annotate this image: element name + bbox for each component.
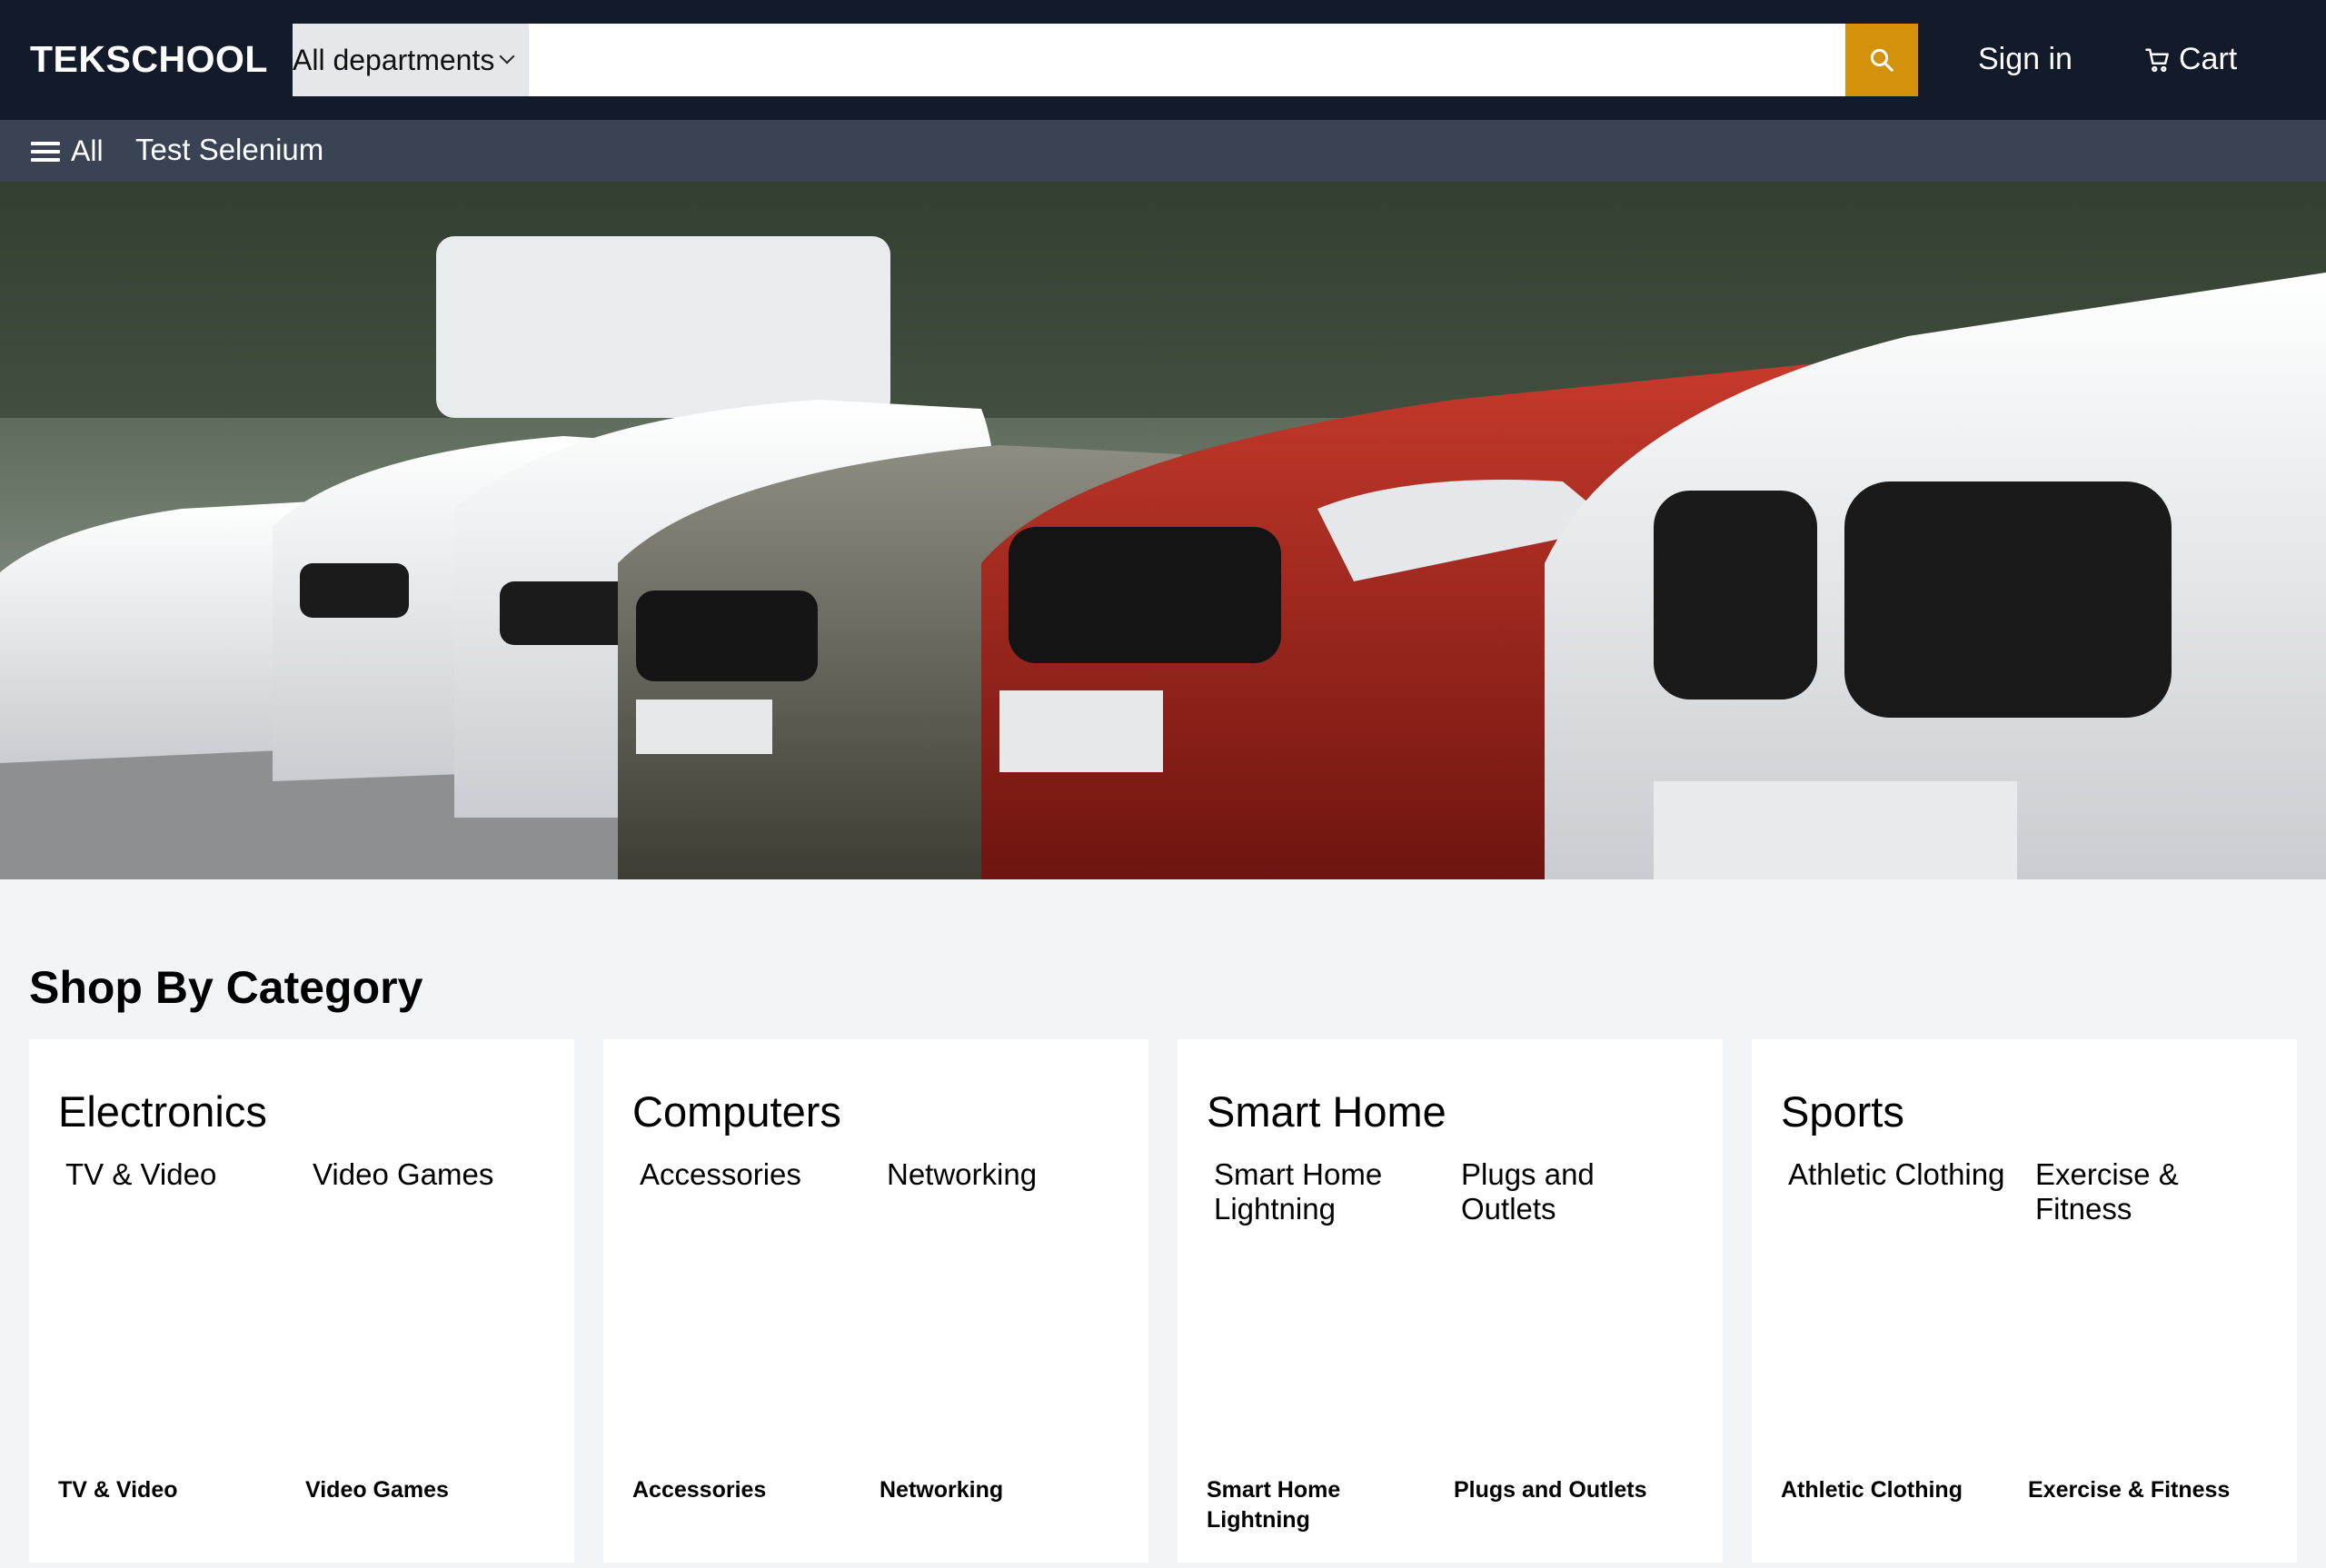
test-selenium-link[interactable]: Test Selenium (135, 133, 323, 167)
subcategory-link[interactable]: Plugs and Outlets (1461, 1157, 1688, 1226)
subcategory-label[interactable]: Networking (880, 1475, 1107, 1505)
category-card-electronics[interactable]: Electronics TV & Video Video Games TV & … (29, 1039, 574, 1563)
subcategory-label[interactable]: Exercise & Fitness (2028, 1475, 2255, 1505)
sign-in-link[interactable]: Sign in (1978, 42, 2073, 77)
subcategory-link[interactable]: Video Games (313, 1157, 540, 1192)
search-bar: All departments (293, 24, 1918, 96)
all-menu-label: All (71, 134, 104, 167)
category-card-smart-home[interactable]: Smart Home Smart Home Lightning Plugs an… (1178, 1039, 1723, 1563)
category-title: Computers (632, 1087, 841, 1136)
cart-link[interactable]: Cart (2144, 42, 2237, 77)
section-title: Shop By Category (29, 962, 423, 1013)
category-title: Sports (1781, 1087, 1904, 1136)
search-button[interactable] (1845, 24, 1918, 96)
subcategory-label[interactable]: Smart Home Lightning (1207, 1475, 1434, 1535)
hamburger-menu-icon (31, 141, 60, 162)
subcategory-link[interactable]: Smart Home Lightning (1214, 1157, 1441, 1226)
subcategory-label[interactable]: TV & Video (58, 1475, 285, 1505)
search-icon (1870, 48, 1894, 72)
subcategory-label[interactable]: Plugs and Outlets (1454, 1475, 1681, 1505)
subcategory-label[interactable]: Accessories (632, 1475, 860, 1505)
cart-label: Cart (2179, 42, 2238, 76)
cart-icon (2145, 48, 2169, 72)
department-select-label: All departments (293, 43, 495, 76)
chevron-down-icon (499, 48, 515, 65)
subcategory-label[interactable]: Video Games (305, 1475, 532, 1505)
subcategory-link[interactable]: Exercise & Fitness (2035, 1157, 2262, 1226)
subcategory-link[interactable]: TV & Video (65, 1157, 293, 1192)
subcategory-link[interactable]: Networking (887, 1157, 1114, 1192)
category-card-sports[interactable]: Sports Athletic Clothing Exercise & Fitn… (1752, 1039, 2297, 1563)
search-input[interactable] (529, 24, 1845, 96)
category-title: Electronics (58, 1087, 267, 1136)
department-select[interactable]: All departments (293, 24, 529, 96)
logo[interactable]: TEKSCHOOL (30, 38, 268, 81)
sub-navigation (0, 120, 2326, 182)
category-card-computers[interactable]: Computers Accessories Networking Accesso… (603, 1039, 1148, 1563)
subcategory-label[interactable]: Athletic Clothing (1781, 1475, 2008, 1505)
category-title: Smart Home (1207, 1087, 1446, 1136)
all-menu-button[interactable]: All (31, 134, 104, 168)
subcategory-link[interactable]: Athletic Clothing (1788, 1157, 2015, 1192)
hero-banner-image (0, 182, 2326, 879)
subcategory-link[interactable]: Accessories (640, 1157, 867, 1192)
